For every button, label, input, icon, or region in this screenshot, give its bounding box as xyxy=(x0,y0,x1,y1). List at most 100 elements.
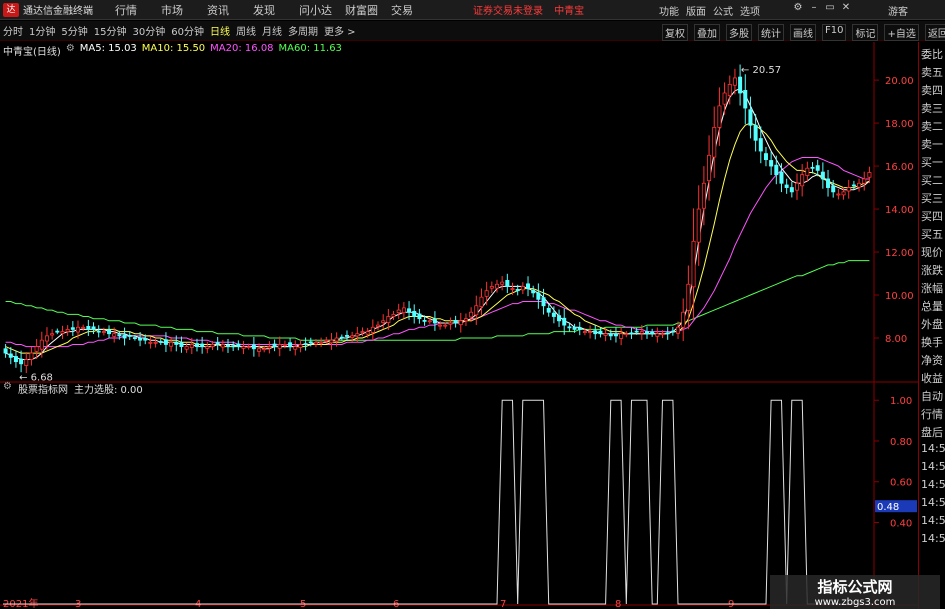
side-label-turnover[interactable]: 换手 xyxy=(921,334,943,350)
side-label-outer[interactable]: 外盘 xyxy=(921,316,943,332)
stock-header: 中青宝(日线) ⚙ MA5: 15.03 MA10: 15.50 MA20: 1… xyxy=(3,43,347,58)
candle-body xyxy=(681,311,686,328)
menu-banmian[interactable]: 版面 xyxy=(686,3,713,18)
candle-body xyxy=(50,333,55,336)
guest-label[interactable]: 游客 xyxy=(888,3,908,18)
candle-body xyxy=(686,283,691,311)
tab-60min[interactable]: 60分钟 xyxy=(171,23,204,38)
restore-icon[interactable]: ▭ xyxy=(822,2,838,13)
ma20-value: MA20: 16.08 xyxy=(210,43,274,54)
back-button[interactable]: 返回 xyxy=(924,24,945,41)
candle-body xyxy=(826,178,831,188)
draw-line-button[interactable]: 画线 xyxy=(790,24,816,41)
side-label-buy5[interactable]: 买五 xyxy=(921,226,943,242)
side-label-weibi[interactable]: 委比 xyxy=(921,46,943,62)
ma10-line-group xyxy=(5,122,870,354)
side-label-change[interactable]: 涨跌 xyxy=(921,262,943,278)
menu-gongshi[interactable]: 公式 xyxy=(713,3,740,18)
candle-body xyxy=(670,330,675,333)
candle-body xyxy=(722,92,727,105)
candle-body xyxy=(448,322,453,325)
side-label-volume[interactable]: 总量 xyxy=(921,298,943,314)
close-icon[interactable]: ✕ xyxy=(838,2,854,13)
menu-shichang[interactable]: 市场 xyxy=(161,2,207,18)
candle-body xyxy=(282,344,287,346)
f10-button[interactable]: F10 xyxy=(822,24,847,41)
tab-more[interactable]: 更多 > xyxy=(324,23,356,38)
candle-body xyxy=(246,346,251,349)
tab-monthly[interactable]: 月线 xyxy=(262,23,282,38)
candle-body xyxy=(427,320,432,323)
overlay-button[interactable]: 叠加 xyxy=(694,24,720,41)
indicator-tick-label: 1.00 xyxy=(890,396,912,407)
login-status-text[interactable]: 证券交易未登录 xyxy=(473,6,543,17)
side-label-quote[interactable]: 行情 xyxy=(921,406,943,422)
statistics-button[interactable]: 统计 xyxy=(758,24,784,41)
chart-canvas[interactable]: 20.00 18.00 16.00 14.00 12.00 10.00 8.00 ← 20.5… xyxy=(0,42,918,609)
side-label-buy2[interactable]: 买二 xyxy=(921,172,943,188)
candle-body xyxy=(474,305,479,316)
tab-30min[interactable]: 30分钟 xyxy=(132,23,165,38)
candle-body xyxy=(624,333,629,336)
side-label-buy4[interactable]: 买四 xyxy=(921,208,943,224)
tab-5min[interactable]: 5分钟 xyxy=(61,23,87,38)
side-time-1: 14:56 xyxy=(921,442,945,455)
indicator-gear-icon[interactable]: ⚙ xyxy=(3,381,12,396)
candle-body xyxy=(841,191,846,196)
side-time-3: 14:56 xyxy=(921,478,945,491)
candle-body xyxy=(836,193,841,196)
candle-body xyxy=(732,77,737,86)
settings-gear-icon[interactable]: ⚙ xyxy=(66,43,75,58)
minimize-icon[interactable]: – xyxy=(806,2,822,13)
side-label-buy3[interactable]: 买三 xyxy=(921,190,943,206)
candle-body xyxy=(381,320,386,323)
candle-body xyxy=(515,289,520,292)
tab-multi-period[interactable]: 多周期 xyxy=(288,23,318,38)
candle-body xyxy=(489,286,494,289)
menu-caifuquan[interactable]: 财富圈 xyxy=(345,2,391,18)
candle-body xyxy=(251,344,256,350)
candle-body xyxy=(582,331,587,333)
side-label-buy1[interactable]: 买一 xyxy=(921,154,943,170)
side-label-after-hours[interactable]: 盘后 xyxy=(921,424,943,440)
watermark: 指标公式网 www.zbgs3.com xyxy=(770,575,940,609)
side-label-auto[interactable]: 自动 xyxy=(921,388,943,404)
side-label-change-pct[interactable]: 涨幅 xyxy=(921,280,943,296)
mark-button[interactable]: 标记 xyxy=(852,24,879,41)
multi-stock-button[interactable]: 多股 xyxy=(726,24,752,41)
menu-faxian[interactable]: 发现 xyxy=(253,2,299,18)
candle-body xyxy=(158,341,163,343)
candle-body xyxy=(241,346,246,349)
menu-wenxiaoda[interactable]: 问小达 xyxy=(299,2,345,18)
side-label-earnings[interactable]: 收益 xyxy=(921,370,943,386)
side-label-net-asset[interactable]: 净资 xyxy=(921,352,943,368)
side-label-sell1[interactable]: 卖一 xyxy=(921,136,943,152)
restore-rights-button[interactable]: 复权 xyxy=(662,24,688,41)
side-time-5: 14:56 xyxy=(921,514,945,527)
side-label-sell4[interactable]: 卖四 xyxy=(921,82,943,98)
indicator-tick-label: 0.60 xyxy=(890,478,912,489)
menu-xuanxiang[interactable]: 选项 xyxy=(740,3,767,18)
tab-1min[interactable]: 1分钟 xyxy=(29,23,55,38)
menu-gongneng[interactable]: 功能 xyxy=(659,3,686,18)
side-label-sell5[interactable]: 卖五 xyxy=(921,64,943,80)
settings-icon[interactable]: ⚙ xyxy=(790,2,806,13)
stock-title[interactable]: 中青宝(日线) xyxy=(3,43,61,58)
candle-body xyxy=(794,182,800,191)
menu-hangqing[interactable]: 行情 xyxy=(115,2,161,18)
menu-zixun[interactable]: 资讯 xyxy=(207,2,253,18)
candle-body xyxy=(277,344,282,349)
tab-fenshi[interactable]: 分时 xyxy=(3,23,23,38)
tab-daily[interactable]: 日线 xyxy=(210,23,230,38)
side-label-sell3[interactable]: 卖三 xyxy=(921,100,943,116)
add-watchlist-button[interactable]: +自选 xyxy=(884,24,919,41)
indicator-source[interactable]: 股票指标网 xyxy=(18,381,68,396)
tab-weekly[interactable]: 周线 xyxy=(236,23,256,38)
current-stock-name: 中青宝 xyxy=(554,6,585,17)
side-label-price[interactable]: 现价 xyxy=(921,244,943,260)
candle-body xyxy=(86,326,91,330)
side-label-sell2[interactable]: 卖二 xyxy=(921,118,943,134)
login-status[interactable]: 证券交易未登录 中青宝 xyxy=(473,2,592,17)
menu-jiaoyi[interactable]: 交易 xyxy=(391,2,437,18)
tab-15min[interactable]: 15分钟 xyxy=(94,23,127,38)
